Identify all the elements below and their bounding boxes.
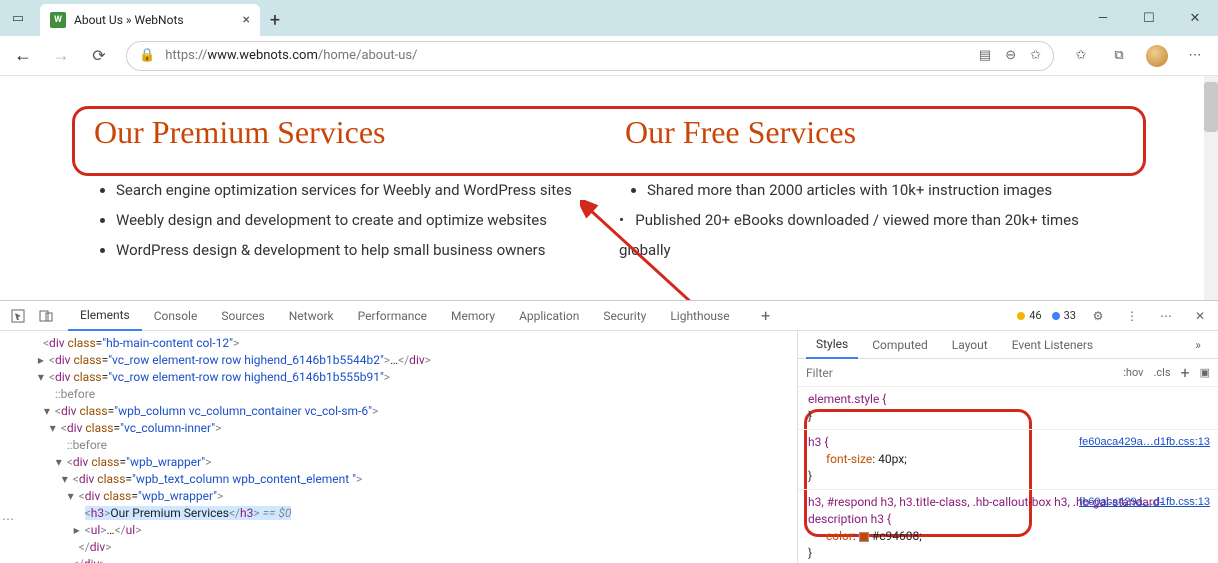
dom-line[interactable]: ▾ <div class="wpb_text_column wpb_conten…: [24, 471, 797, 488]
styles-menu-icon[interactable]: ▣: [1200, 366, 1210, 379]
list-item: Weebly design and development to create …: [116, 205, 599, 235]
address-bar[interactable]: 🔒 https://www.webnots.com/home/about-us/…: [126, 41, 1054, 71]
devtools-add-tab-icon[interactable]: +: [754, 304, 778, 328]
gear-icon[interactable]: ⚙: [1086, 304, 1110, 328]
tab-actions-icon[interactable]: ▭: [0, 0, 36, 36]
left-heading: Our Premium Services: [88, 114, 599, 151]
dom-line[interactable]: ▾ <div class="vc_row element-row row hig…: [24, 369, 797, 386]
hov-toggle[interactable]: :hov: [1123, 366, 1143, 379]
more-icon[interactable]: ⋯: [1178, 39, 1212, 73]
devtools-tab-network[interactable]: Network: [277, 301, 346, 331]
dom-tree[interactable]: ⋯ <div class="hb-main-content col-12"> ▸…: [0, 331, 798, 563]
dom-line[interactable]: <div class="hb-main-content col-12">: [24, 335, 797, 352]
stylesheet-link[interactable]: fe60aca429a…d1fb.css:13: [1079, 494, 1210, 511]
devtools-tab-security[interactable]: Security: [591, 301, 658, 331]
styles-more-tabs-icon[interactable]: »: [1186, 333, 1210, 357]
dom-line[interactable]: ::before: [24, 386, 797, 403]
maximize-icon[interactable]: ☐: [1126, 0, 1172, 36]
right-list: Shared more than 2000 articles with 10k+…: [619, 175, 1130, 205]
cls-toggle[interactable]: .cls: [1154, 366, 1171, 379]
list-item: Search engine optimization services for …: [116, 175, 599, 205]
devtools-tab-sources[interactable]: Sources: [209, 301, 276, 331]
minimize-icon[interactable]: —: [1080, 0, 1126, 36]
star-icon[interactable]: ✩: [1030, 48, 1041, 63]
devtools-tab-elements[interactable]: Elements: [68, 301, 142, 331]
favicon-icon: W: [50, 12, 66, 28]
close-tab-icon[interactable]: ×: [243, 12, 250, 28]
right-heading: Our Free Services: [619, 114, 1130, 151]
zoom-icon[interactable]: ⊖: [1005, 48, 1016, 63]
back-button[interactable]: ←: [6, 39, 40, 73]
dom-line[interactable]: <h3>Our Premium Services</h3> == $0: [24, 505, 797, 522]
list-item: WordPress design & development to help s…: [116, 235, 599, 265]
styles-panel: Styles Computed Layout Event Listeners »…: [798, 331, 1218, 563]
browser-titlebar: ▭ W About Us » WebNots × + — ☐ ✕: [0, 0, 1218, 36]
favorites-icon[interactable]: ✩: [1064, 39, 1098, 73]
dom-line[interactable]: </div>: [24, 539, 797, 556]
devtools-tab-performance[interactable]: Performance: [346, 301, 439, 331]
left-column: Our Premium Services Search engine optim…: [88, 114, 599, 265]
dom-line[interactable]: </div>: [24, 556, 797, 563]
styles-filter-input[interactable]: [806, 366, 1113, 380]
dom-line[interactable]: ▾ <div class="vc_column-inner">: [24, 420, 797, 437]
lock-icon: 🔒: [139, 48, 155, 63]
right-column: Our Free Services Shared more than 2000 …: [619, 114, 1130, 265]
browser-tab[interactable]: W About Us » WebNots ×: [40, 4, 260, 36]
profile-avatar[interactable]: [1140, 39, 1174, 73]
devtools-tab-memory[interactable]: Memory: [439, 301, 507, 331]
devtools-tabs: Elements Console Sources Network Perform…: [0, 301, 1218, 331]
left-list: Search engine optimization services for …: [88, 175, 599, 265]
css-rules[interactable]: element.style { } fe60aca429a…d1fb.css:1…: [798, 387, 1218, 563]
reader-icon[interactable]: ▤: [979, 48, 991, 63]
styles-tab-events[interactable]: Event Listeners: [1002, 331, 1103, 359]
collections-icon[interactable]: ⧉: [1102, 39, 1136, 73]
tab-title: About Us » WebNots: [74, 13, 235, 27]
reload-button[interactable]: ⟳: [82, 39, 116, 73]
rule-element-style: element.style { }: [798, 387, 1218, 430]
devtools-tab-lighthouse[interactable]: Lighthouse: [658, 301, 741, 331]
rule-h3-fontsize: fe60aca429a…d1fb.css:13 h3 { font-size: …: [798, 430, 1218, 490]
browser-toolbar: ← → ⟳ 🔒 https://www.webnots.com/home/abo…: [0, 36, 1218, 76]
stylesheet-link[interactable]: fe60aca429a…d1fb.css:13: [1079, 434, 1210, 451]
dom-line[interactable]: ▸ <div class="vc_row element-row row hig…: [24, 352, 797, 369]
devtools-menu-icon[interactable]: ⋮: [1120, 304, 1144, 328]
device-icon[interactable]: [34, 304, 58, 328]
new-tab-button[interactable]: +: [260, 4, 290, 36]
warnings-badge[interactable]: 46: [1017, 309, 1041, 322]
page-content: Our Premium Services Search engine optim…: [0, 76, 1218, 265]
styles-tab-layout[interactable]: Layout: [942, 331, 998, 359]
url-text: https://www.webnots.com/home/about-us/: [165, 48, 969, 63]
dom-line[interactable]: ::before: [24, 437, 797, 454]
inspect-icon[interactable]: [6, 304, 30, 328]
dom-line[interactable]: ▾ <div class="wpb_wrapper">: [24, 454, 797, 471]
styles-tab-styles[interactable]: Styles: [806, 331, 858, 359]
styles-tab-computed[interactable]: Computed: [862, 331, 938, 359]
overflow-dots-icon: ⋯: [2, 511, 13, 528]
devtools-more-icon[interactable]: ⋯: [1154, 304, 1178, 328]
list-item: • Published 20+ eBooks downloaded / view…: [619, 205, 1130, 265]
devtools-close-icon[interactable]: ✕: [1188, 304, 1212, 328]
devtools-panel: Elements Console Sources Network Perform…: [0, 300, 1218, 563]
dom-line[interactable]: ▸ <ul>…</ul>: [24, 522, 797, 539]
dom-line[interactable]: ▾ <div class="wpb_wrapper">: [24, 488, 797, 505]
forward-button[interactable]: →: [44, 39, 78, 73]
messages-badge[interactable]: 33: [1052, 309, 1076, 322]
devtools-tab-console[interactable]: Console: [142, 301, 210, 331]
list-item: Shared more than 2000 articles with 10k+…: [647, 175, 1130, 205]
dom-line[interactable]: ▾ <div class="wpb_column vc_column_conta…: [24, 403, 797, 420]
color-swatch-icon[interactable]: [859, 532, 869, 542]
devtools-tab-application[interactable]: Application: [507, 301, 591, 331]
close-window-icon[interactable]: ✕: [1172, 0, 1218, 36]
new-rule-icon[interactable]: +: [1181, 363, 1190, 382]
rule-h3-color: fe60aca429a…d1fb.css:13 h3, #respond h3,…: [798, 490, 1218, 563]
